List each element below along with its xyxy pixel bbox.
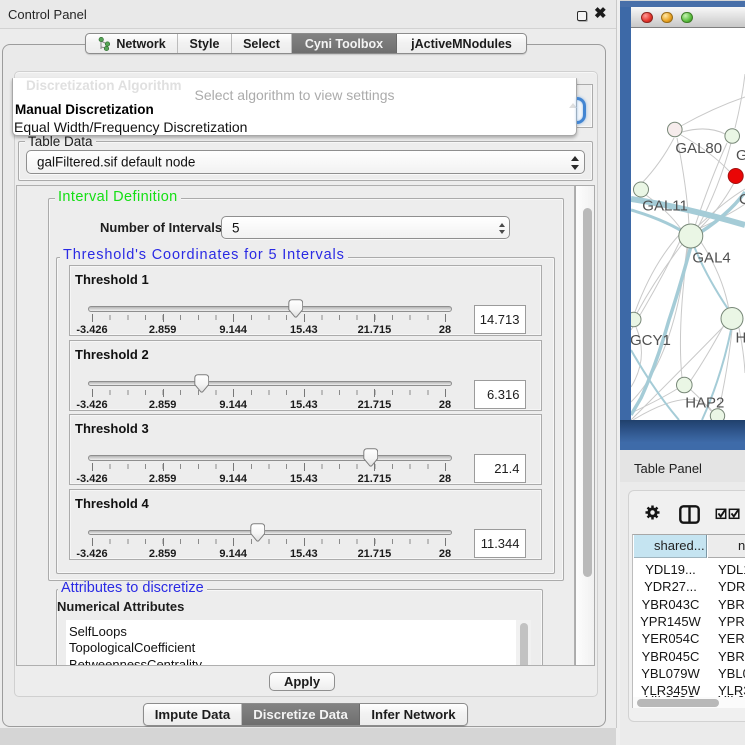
svg-text:G.: G. <box>736 147 745 164</box>
svg-text:GAL80: GAL80 <box>675 140 722 157</box>
svg-text:H: H <box>736 330 745 347</box>
svg-text:C: C <box>739 191 745 208</box>
svg-text:GAL4: GAL4 <box>692 250 730 267</box>
svg-text:GCY1: GCY1 <box>631 332 671 349</box>
svg-text:GAL11: GAL11 <box>642 198 688 215</box>
svg-text:HAP2: HAP2 <box>685 395 724 412</box>
